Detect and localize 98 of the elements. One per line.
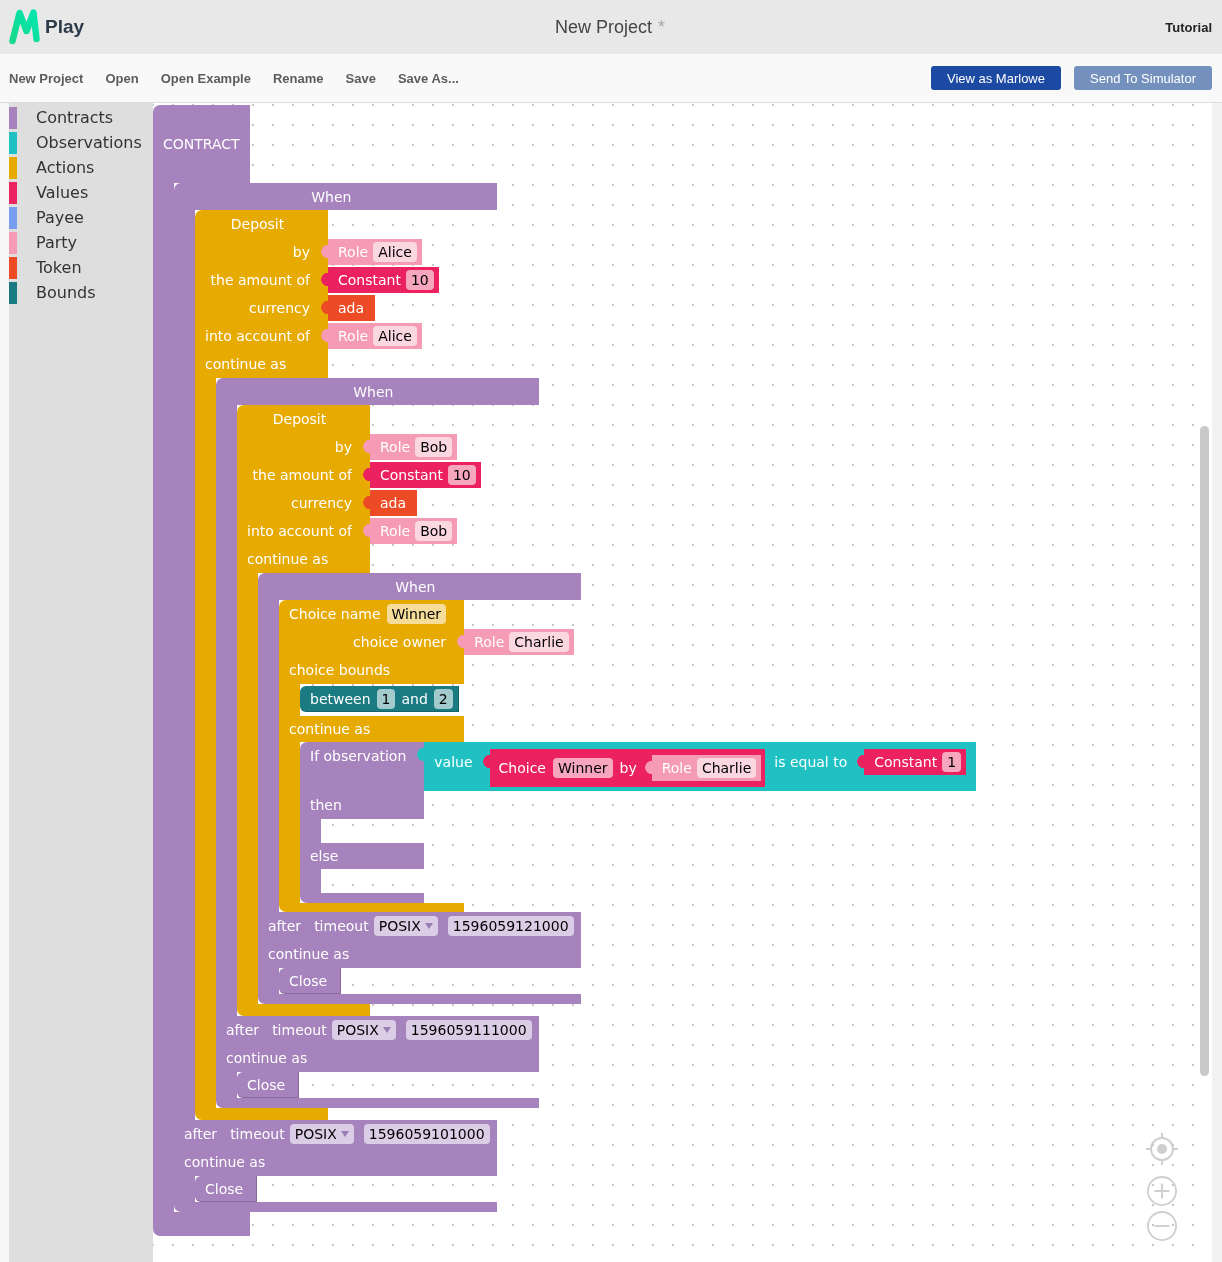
block-label: currency <box>291 495 352 511</box>
name-field[interactable]: Bob <box>415 437 453 457</box>
toolbox-category[interactable]: Contracts <box>9 105 153 130</box>
dropdown[interactable]: POSIX <box>331 1020 396 1040</box>
name-field[interactable]: Bob <box>415 521 453 541</box>
number-field[interactable]: 1596059101000 <box>363 1124 490 1144</box>
caret-icon <box>340 1131 349 1137</box>
block-label: When <box>395 578 436 595</box>
block-label: between <box>310 690 371 707</box>
app-name: Play <box>45 16 85 38</box>
block-label: If observation <box>310 748 407 764</box>
block-label: the amount of <box>252 467 352 483</box>
caret-icon <box>382 1027 391 1033</box>
number-field[interactable]: 1 <box>376 688 396 709</box>
dropdown[interactable]: POSIX <box>373 916 438 936</box>
block-label: continue as <box>226 1050 308 1066</box>
block-label: continue as <box>184 1154 266 1170</box>
toolbar-button[interactable]: View as Marlowe <box>930 66 1061 90</box>
crosshair-icon[interactable] <box>1146 1133 1178 1165</box>
number-field[interactable]: 10 <box>447 465 476 485</box>
block-label: after <box>268 918 302 934</box>
name-field[interactable]: Winner <box>386 604 447 624</box>
block-label: Role <box>380 523 411 539</box>
dropdown[interactable]: POSIX <box>289 1124 354 1144</box>
block-label: Deposit <box>230 216 285 232</box>
block-label: else <box>310 848 339 864</box>
block-label: currency <box>249 300 310 316</box>
block-label: continue as <box>289 721 371 737</box>
block-label: into account of <box>247 523 352 539</box>
name-field[interactable]: Winner <box>553 758 613 778</box>
block-label: choice bounds <box>289 662 391 678</box>
block-label: by <box>619 760 637 776</box>
block-label: by <box>334 439 352 455</box>
token-block: ada <box>320 295 376 321</box>
name-field[interactable]: Charlie <box>509 632 569 652</box>
number-field[interactable]: 2 <box>433 688 453 709</box>
block-label: Choice name <box>289 606 381 622</box>
name-field[interactable]: Charlie <box>696 758 757 778</box>
menu-item[interactable]: Save As... <box>397 70 459 86</box>
block-label: the amount of <box>210 272 310 288</box>
block-label: timeout <box>314 918 369 934</box>
zoom-out-icon[interactable] <box>1147 1211 1177 1241</box>
block-label: continue as <box>268 946 350 962</box>
block-label: then <box>310 797 342 813</box>
block-label: value <box>434 753 473 772</box>
block-label: Role <box>338 328 369 344</box>
block-label: into account of <box>205 328 310 344</box>
menu-item[interactable]: Open <box>105 70 139 86</box>
unsaved-mark: * <box>658 16 665 38</box>
menu-item[interactable]: New Project <box>9 70 84 86</box>
block-label: CONTRACT <box>163 136 240 152</box>
block-label: timeout <box>272 1022 327 1038</box>
block-label: Role <box>338 244 369 260</box>
block-label: timeout <box>230 1126 285 1142</box>
name-field[interactable]: Alice <box>373 326 417 346</box>
block-label: continue as <box>205 356 287 372</box>
block-label: by <box>292 244 310 260</box>
token-block: ada <box>362 490 418 516</box>
name-field[interactable]: Alice <box>373 242 417 262</box>
menu-item[interactable]: Save <box>345 70 376 86</box>
block-label: Role <box>661 760 692 776</box>
toolbox-category[interactable]: Values <box>9 180 153 205</box>
block-label: is equal to <box>774 753 848 772</box>
block-label: Constant <box>380 467 443 483</box>
tutorial-link[interactable]: Tutorial <box>1165 19 1212 35</box>
block-label: choice owner <box>353 634 447 650</box>
block-label: When <box>311 188 352 205</box>
number-field[interactable]: 1596059111000 <box>405 1020 532 1040</box>
toolbox-category[interactable]: Bounds <box>9 280 153 305</box>
block-label: continue as <box>247 551 329 567</box>
scrollbar[interactable] <box>1200 426 1209 1076</box>
toolbox-category[interactable]: Actions <box>9 155 153 180</box>
block-label: and <box>401 690 428 707</box>
toolbox-category[interactable]: Payee <box>9 205 153 230</box>
block-label: Constant <box>874 754 938 770</box>
number-field[interactable]: 10 <box>405 270 434 290</box>
zoom-in-icon[interactable] <box>1147 1176 1177 1206</box>
close-block: Close <box>237 1072 300 1098</box>
toolbox-category[interactable]: Token <box>9 255 153 280</box>
number-field[interactable]: 1596059121000 <box>447 916 574 936</box>
block-label: Role <box>380 439 411 455</box>
close-block: Close <box>195 1176 258 1202</box>
menu-item[interactable]: Open Example <box>160 70 251 86</box>
toolbox-category[interactable]: Party <box>9 230 153 255</box>
block-label: Role <box>474 634 505 650</box>
close-block: Close <box>279 968 342 994</box>
caret-icon <box>424 923 433 929</box>
block-label: after <box>226 1022 260 1038</box>
project-title: New Project <box>554 16 652 38</box>
number-field[interactable]: 1 <box>942 752 962 772</box>
logo-icon <box>8 8 40 46</box>
block-label: When <box>353 383 394 400</box>
block-label: Deposit <box>272 411 327 427</box>
menu-item[interactable]: Rename <box>272 70 324 86</box>
toolbox-category[interactable]: Observations <box>9 130 153 155</box>
block-label: Choice <box>498 760 546 776</box>
block-label: after <box>184 1126 218 1142</box>
block-label: Constant <box>338 272 401 288</box>
